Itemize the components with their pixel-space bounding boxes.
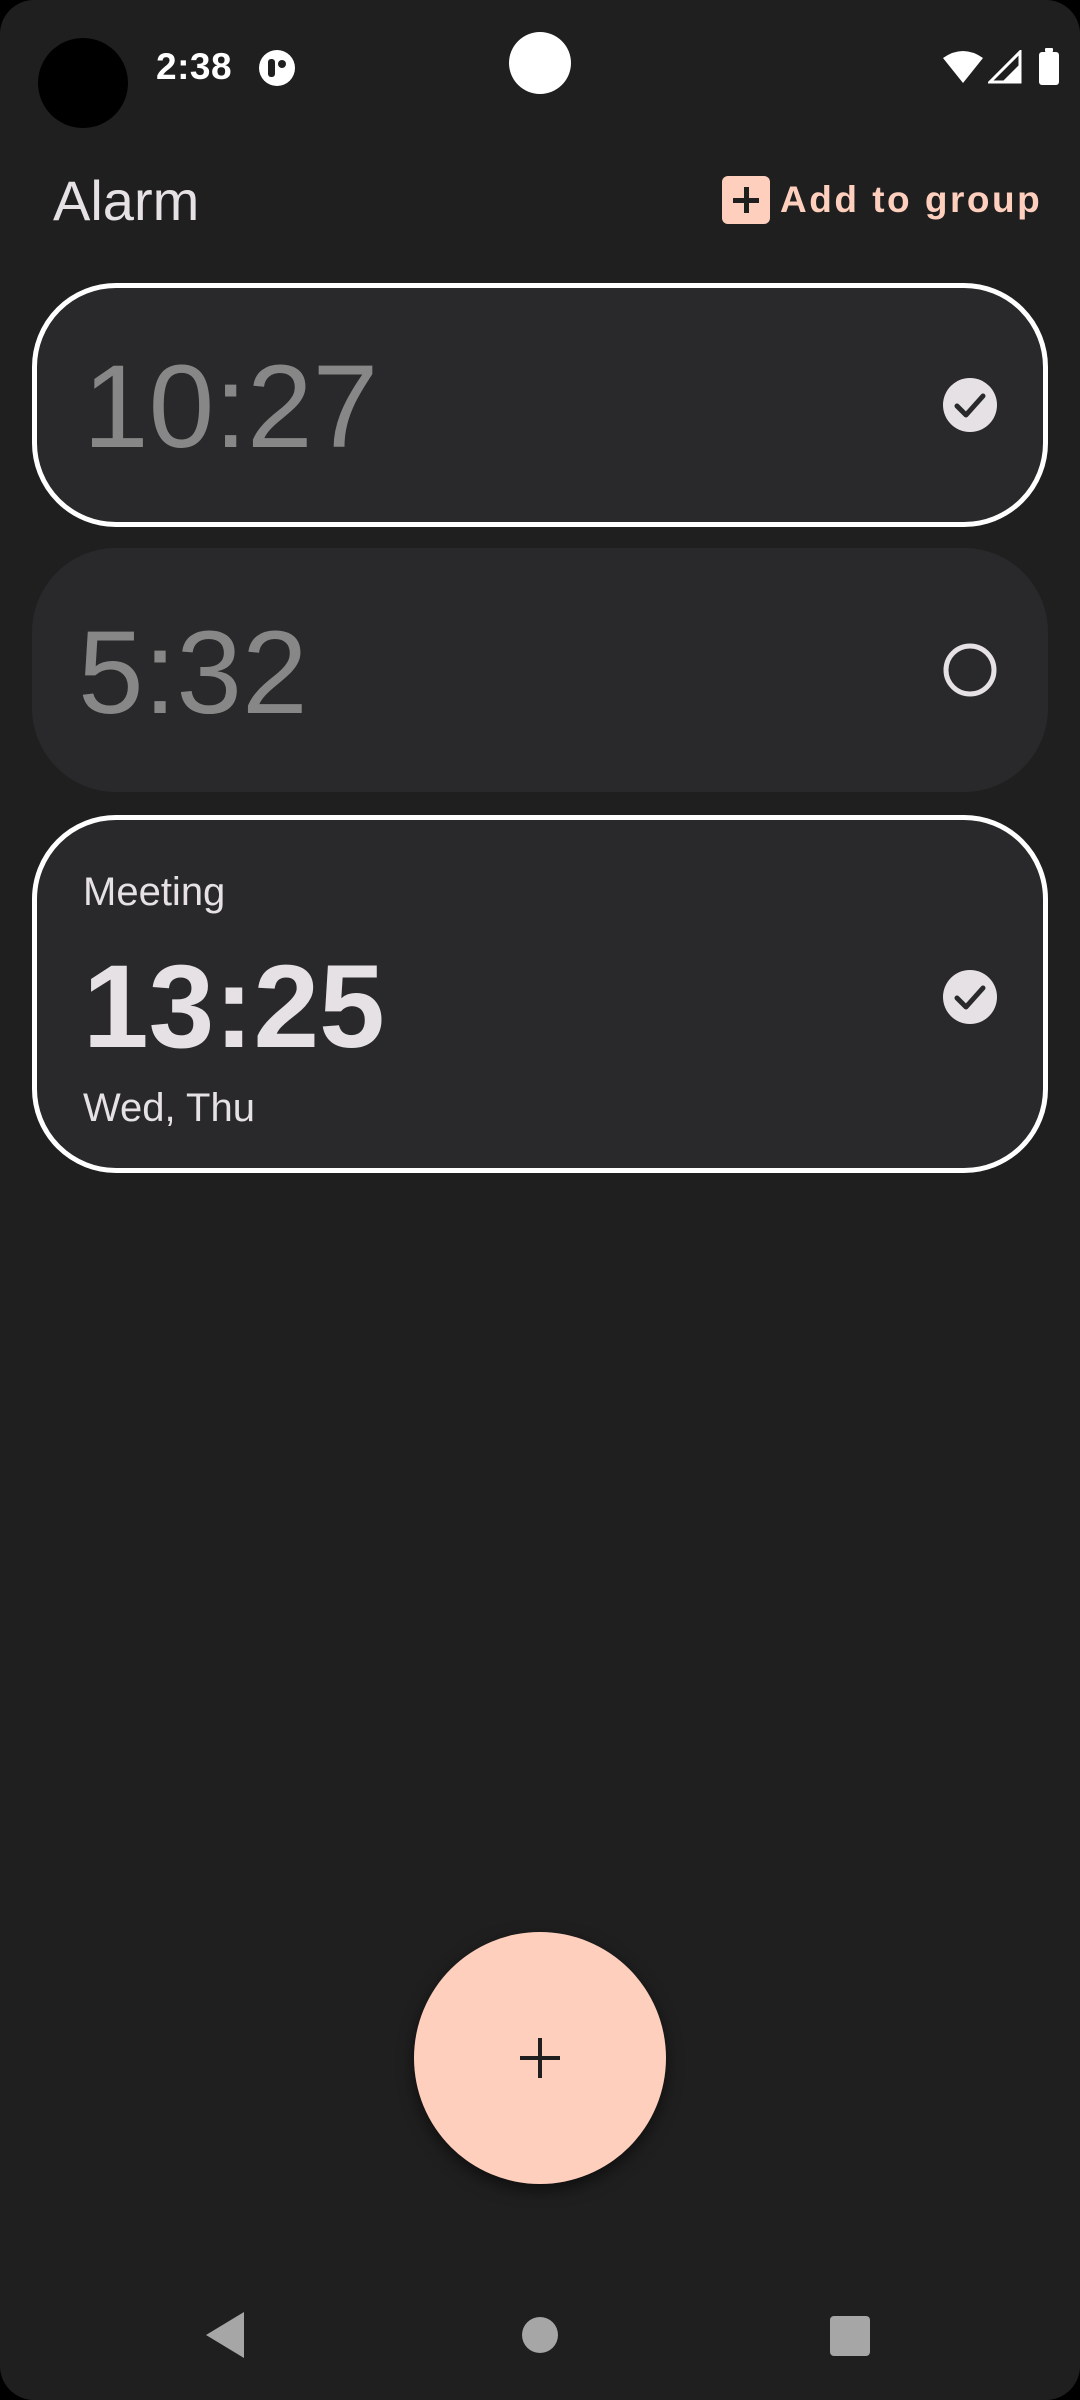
add-to-group-label: Add to group xyxy=(780,179,1043,220)
unchecked-circle-icon[interactable] xyxy=(942,642,998,698)
plus-icon xyxy=(520,2038,560,2078)
front-camera xyxy=(509,32,571,94)
add-to-group-button[interactable]: Add to group xyxy=(722,174,1042,226)
wifi-icon xyxy=(943,51,983,83)
alarm-time: 13:25 xyxy=(83,941,385,1073)
alarm-card[interactable]: Meeting 13:25 Wed, Thu xyxy=(32,815,1048,1173)
plus-box-icon xyxy=(722,176,770,224)
alarm-days: Wed, Thu xyxy=(83,1086,255,1130)
status-time: 2:38 xyxy=(156,46,233,87)
alarm-screen: 2:38 Alarm Add to group 10:27 5:32 Meeti… xyxy=(0,0,1080,2400)
checked-circle-icon[interactable] xyxy=(943,970,997,1024)
checked-circle-icon[interactable] xyxy=(943,378,997,432)
notification-icon xyxy=(259,50,295,86)
signal-icon xyxy=(988,50,1022,84)
back-icon[interactable] xyxy=(204,2310,246,2360)
add-alarm-button[interactable] xyxy=(414,1932,666,2184)
status-bar: 2:38 xyxy=(0,0,1080,140)
home-icon[interactable] xyxy=(522,2317,558,2353)
battery-icon xyxy=(1039,48,1059,85)
alarm-card[interactable]: 5:32 xyxy=(32,548,1048,792)
page-title: Alarm xyxy=(53,169,200,232)
recents-icon[interactable] xyxy=(830,2316,870,2356)
alarm-time: 10:27 xyxy=(83,341,379,473)
alarm-label: Meeting xyxy=(83,870,226,914)
alarm-time: 5:32 xyxy=(78,607,308,739)
alarm-card[interactable]: 10:27 xyxy=(32,283,1048,527)
camera-cutout xyxy=(38,38,128,128)
